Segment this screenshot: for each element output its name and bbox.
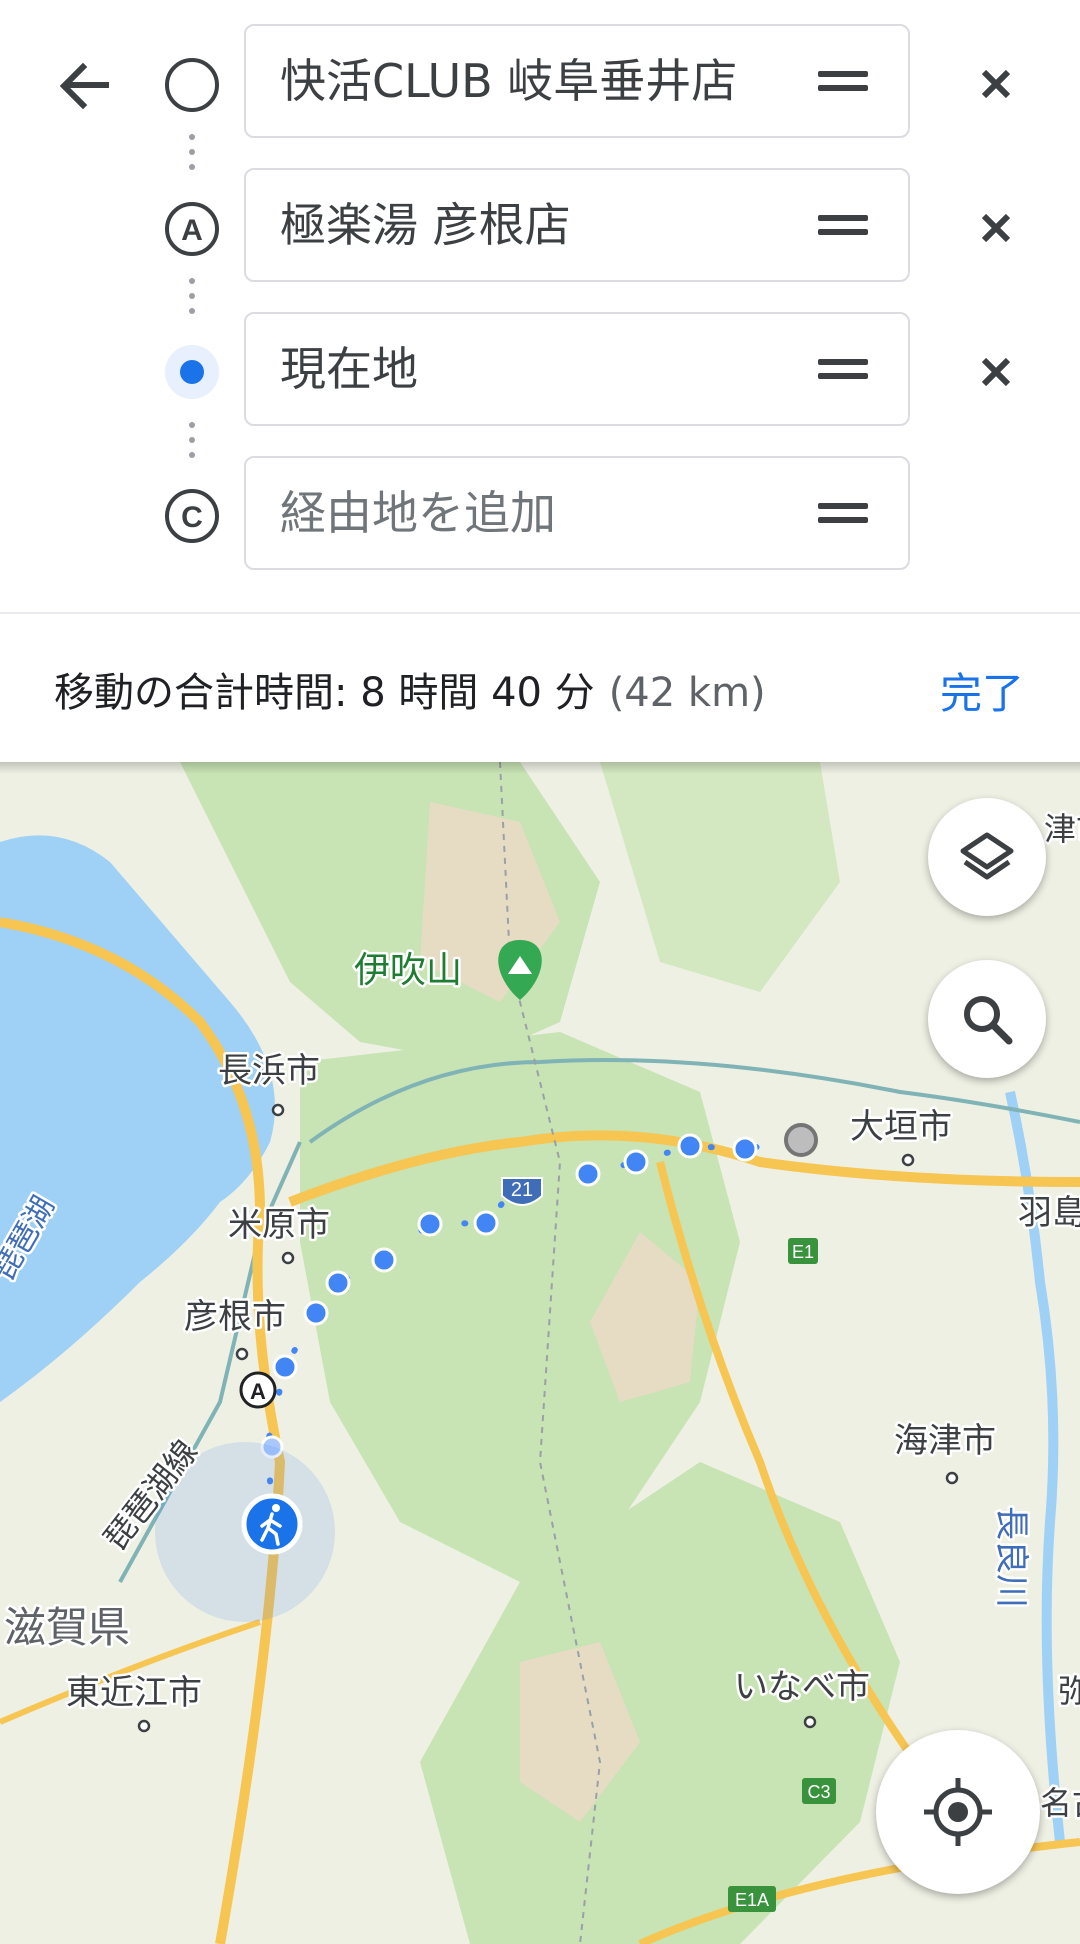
origin-circle-icon: [162, 55, 222, 115]
map-marker-a-letter: A: [250, 1379, 266, 1404]
route-dot: [325, 1270, 351, 1296]
search-along-route-button[interactable]: [928, 960, 1046, 1078]
trip-summary: 移動の合計時間: 8 時間 40 分 (42 km): [54, 660, 766, 718]
layers-icon: [960, 832, 1014, 880]
label-edge-bottom-right1: 弥: [1058, 1672, 1080, 1710]
route-dot: [732, 1136, 758, 1162]
label-nagahama: 長浜市: [218, 1051, 320, 1091]
connector-dots: [189, 134, 195, 179]
route-dot: [303, 1300, 329, 1326]
route-dot: [575, 1161, 601, 1187]
stop-c-marker-icon: C: [162, 486, 222, 546]
label-ibukiyama: 伊吹山: [354, 950, 462, 991]
remove-origin-button[interactable]: [966, 54, 1026, 114]
stop-a-map-marker[interactable]: A: [239, 1371, 277, 1409]
e1-shield: E1: [788, 1238, 818, 1264]
origin-text: 快活CLUB 岐阜垂井店: [280, 54, 738, 108]
label-hikone: 彦根市: [184, 1297, 286, 1337]
stop-b-text: 現在地: [280, 342, 418, 396]
stop-a-marker-icon: A: [162, 199, 222, 259]
layers-button[interactable]: [928, 798, 1046, 916]
divider: [0, 612, 1080, 614]
close-icon: [981, 69, 1011, 99]
directions-header: 快活CLUB 岐阜垂井店 A 極楽湯 彦根店 現在地 C 経由地を追加: [0, 0, 1080, 614]
label-edge-top-right: 津市: [1044, 810, 1080, 848]
my-location-button[interactable]: [876, 1730, 1040, 1894]
back-button[interactable]: [52, 54, 116, 118]
e1a-label: E1A: [735, 1890, 769, 1910]
drag-handle-icon[interactable]: [818, 215, 868, 237]
drag-handle-icon[interactable]: [818, 503, 868, 525]
my-location-icon: [924, 1778, 992, 1846]
connector-dots: [189, 422, 195, 467]
search-icon: [964, 996, 1013, 1045]
walking-person-icon[interactable]: [241, 1493, 303, 1555]
label-higashiomi: 東近江市: [66, 1673, 202, 1713]
close-icon: [981, 213, 1011, 243]
add-stop-placeholder: 経由地を追加: [280, 486, 556, 540]
stop-c-letter: C: [181, 501, 203, 534]
label-haji: 羽島: [1018, 1193, 1080, 1233]
label-nagaragawa: 長良川: [991, 1506, 1031, 1608]
add-stop-field[interactable]: 経由地を追加: [244, 456, 910, 570]
origin-field[interactable]: 快活CLUB 岐阜垂井店: [244, 24, 910, 138]
stop-a-field[interactable]: 極楽湯 彦根店: [244, 168, 910, 282]
route-dot: [371, 1247, 397, 1273]
connector-dots: [189, 278, 195, 323]
stop-b-field[interactable]: 現在地: [244, 312, 910, 426]
e1-label: E1: [792, 1242, 814, 1262]
arrow-left-icon: [59, 62, 109, 110]
route-dot: [473, 1210, 499, 1236]
total-time-text: 移動の合計時間: 8 時間 40 分: [54, 670, 595, 716]
c3-label: C3: [807, 1782, 830, 1802]
label-inabe: いなべ市: [734, 1667, 870, 1707]
route-21-label: 21: [511, 1179, 533, 1201]
label-edge-bottom-right2: 名古: [1040, 1784, 1080, 1822]
route-21-shield: 21: [501, 1177, 543, 1206]
label-kaizu: 海津市: [894, 1421, 996, 1461]
close-icon: [981, 357, 1011, 387]
stop-a-letter: A: [181, 214, 203, 247]
drag-handle-icon[interactable]: [818, 71, 868, 93]
drag-handle-icon[interactable]: [818, 359, 868, 381]
e1a-shield: E1A: [728, 1886, 776, 1912]
done-button[interactable]: 完了: [940, 660, 1024, 721]
route-dot: [623, 1149, 649, 1175]
route-dot: [677, 1133, 703, 1159]
stop-a-text: 極楽湯 彦根店: [280, 198, 571, 252]
distance-text: (42 km): [608, 670, 766, 716]
remove-stop-b-button[interactable]: [966, 342, 1026, 402]
route-dot: [417, 1211, 443, 1237]
label-ogaki: 大垣市: [850, 1107, 952, 1147]
label-maibara: 米原市: [228, 1205, 330, 1245]
map-top-shadow: [0, 762, 1080, 774]
route-dot: [272, 1354, 298, 1380]
c3-shield: C3: [802, 1778, 836, 1804]
current-location-dot-icon: [162, 342, 222, 402]
origin-marker[interactable]: [784, 1123, 818, 1157]
remove-stop-a-button[interactable]: [966, 198, 1026, 258]
label-shiga: 滋賀県: [4, 1603, 130, 1652]
